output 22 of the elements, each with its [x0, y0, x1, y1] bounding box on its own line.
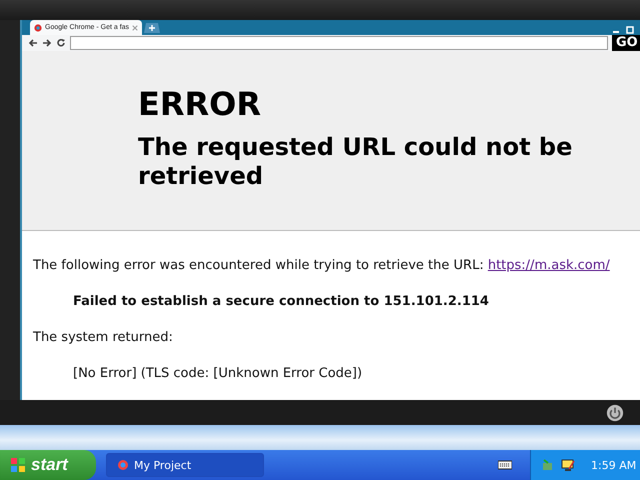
monitor-icon[interactable]	[561, 458, 575, 472]
taskbar-item[interactable]: My Project	[106, 453, 264, 477]
close-icon[interactable]	[132, 24, 138, 30]
keyboard-icon[interactable]	[498, 460, 512, 470]
system-returned-text: [No Error] (TLS code: [Unknown Error Code])	[72, 365, 364, 382]
error-heading: ERROR	[138, 85, 262, 123]
forward-icon[interactable]	[42, 38, 52, 48]
maximize-icon[interactable]	[626, 26, 634, 34]
address-field[interactable]	[70, 36, 608, 50]
power-icon[interactable]	[606, 404, 624, 422]
back-icon[interactable]	[28, 38, 38, 48]
go-button[interactable]: GO	[612, 35, 640, 51]
system-returned-label: The system returned:	[33, 329, 174, 346]
reload-icon[interactable]	[56, 38, 66, 48]
error-subheading: The requested URL could not be retrieved	[138, 133, 574, 191]
error-message: The following error was encountered while trying to retrieve the URL: https://m.ask.com/	[33, 257, 611, 274]
url-link[interactable]: https://m.ask.com/	[488, 258, 610, 273]
clock: 1:59 AM	[591, 458, 636, 472]
app-icon	[117, 459, 129, 471]
error-detail: Failed to establish a secure connection to 151.101.2.114	[72, 293, 490, 310]
windows-logo-icon	[10, 457, 26, 473]
new-tab-button[interactable]	[144, 23, 160, 33]
